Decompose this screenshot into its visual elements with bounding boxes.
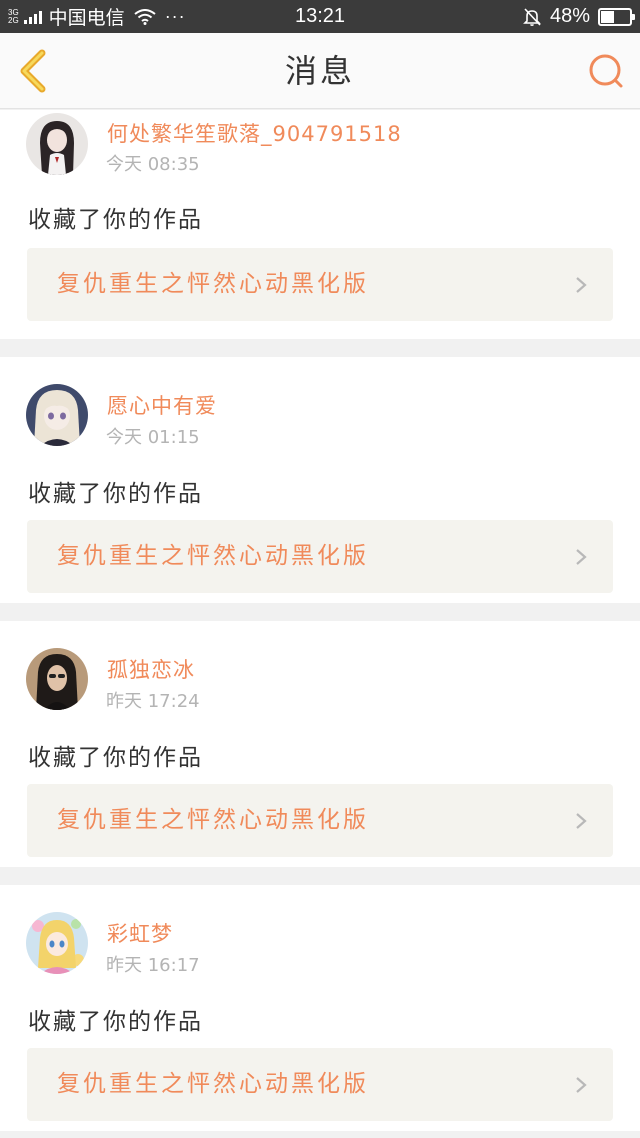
timestamp: 今天 01:15 bbox=[106, 427, 200, 448]
message-card: 孤独恋冰 昨天 17:24 收藏了你的作品 复仇重生之怦然心动黑化版 bbox=[0, 621, 640, 867]
work-link[interactable]: 复仇重生之怦然心动黑化版 bbox=[27, 520, 613, 593]
work-link[interactable]: 复仇重生之怦然心动黑化版 bbox=[27, 1048, 613, 1121]
battery-fill bbox=[601, 10, 614, 23]
timestamp: 昨天 16:17 bbox=[106, 955, 200, 976]
chevron-right-icon bbox=[576, 549, 587, 565]
card-divider bbox=[0, 339, 640, 357]
work-title: 复仇重生之怦然心动黑化版 bbox=[57, 1071, 369, 1097]
battery-icon bbox=[598, 7, 635, 26]
chevron-right-icon bbox=[576, 1077, 587, 1093]
work-title: 复仇重生之怦然心动黑化版 bbox=[57, 807, 369, 833]
battery-percent: 48% bbox=[549, 5, 590, 27]
chevron-right-icon bbox=[576, 813, 587, 829]
username[interactable]: 彩虹梦 bbox=[107, 918, 173, 948]
username[interactable]: 孤独恋冰 bbox=[107, 654, 195, 684]
message-card: 彩虹梦 昨天 16:17 收藏了你的作品 复仇重生之怦然心动黑化版 bbox=[0, 885, 640, 1131]
avatar[interactable] bbox=[26, 384, 88, 446]
page-title: 消息 bbox=[284, 52, 355, 90]
avatar[interactable] bbox=[26, 648, 88, 710]
action-text: 收藏了你的作品 bbox=[28, 745, 203, 771]
avatar[interactable] bbox=[26, 113, 88, 175]
status-right: 48% bbox=[522, 0, 635, 33]
status-bar: 3G 2G 中国电信 ··· 13:21 48% bbox=[0, 0, 640, 33]
action-text: 收藏了你的作品 bbox=[28, 207, 203, 233]
action-text: 收藏了你的作品 bbox=[28, 481, 203, 507]
avatar[interactable] bbox=[26, 912, 88, 974]
username[interactable]: 何处繁华笙歌落_904791518 bbox=[107, 118, 402, 148]
work-title: 复仇重生之怦然心动黑化版 bbox=[57, 271, 369, 297]
timestamp: 昨天 17:24 bbox=[106, 691, 200, 712]
work-link[interactable]: 复仇重生之怦然心动黑化版 bbox=[27, 248, 613, 321]
action-text: 收藏了你的作品 bbox=[28, 1009, 203, 1035]
timestamp: 今天 08:35 bbox=[106, 154, 200, 175]
search-icon[interactable] bbox=[586, 51, 626, 91]
message-list: 何处繁华笙歌落_904791518 今天 08:35 收藏了你的作品 复仇重生之… bbox=[0, 110, 640, 1131]
card-divider bbox=[0, 603, 640, 621]
username[interactable]: 愿心中有爱 bbox=[107, 390, 217, 420]
message-card: 何处繁华笙歌落_904791518 今天 08:35 收藏了你的作品 复仇重生之… bbox=[0, 110, 640, 339]
work-link[interactable]: 复仇重生之怦然心动黑化版 bbox=[27, 784, 613, 857]
card-divider bbox=[0, 867, 640, 885]
nav-bar: 消息 bbox=[0, 33, 640, 109]
chevron-right-icon bbox=[576, 277, 587, 293]
mute-bell-icon bbox=[523, 7, 541, 26]
work-title: 复仇重生之怦然心动黑化版 bbox=[57, 543, 369, 569]
message-card: 愿心中有爱 今天 01:15 收藏了你的作品 复仇重生之怦然心动黑化版 bbox=[0, 357, 640, 603]
